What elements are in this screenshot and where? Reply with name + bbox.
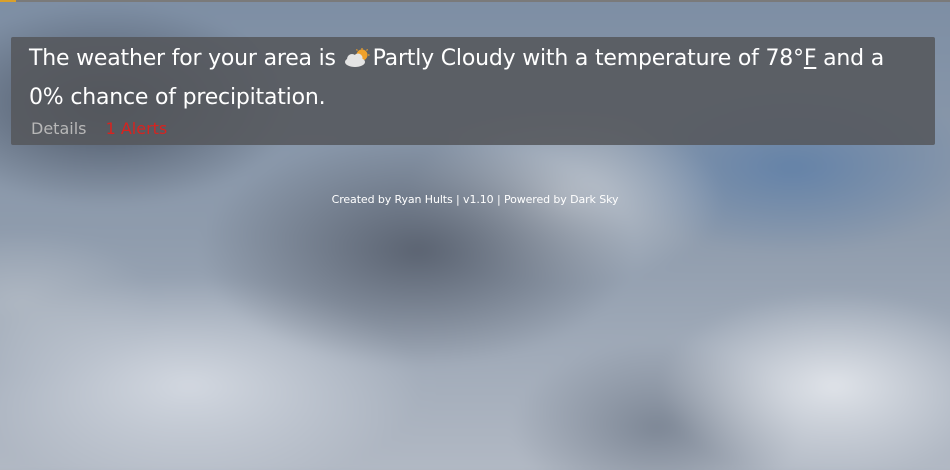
- precip-value: 0%: [29, 85, 64, 110]
- chance-outro-text: chance of precipitation.: [70, 85, 326, 110]
- chance-intro-text: and a: [823, 46, 884, 71]
- condition-text: Partly Cloudy: [372, 46, 516, 71]
- details-link[interactable]: Details: [31, 119, 86, 138]
- panel-links: Details 1 Alerts: [29, 119, 917, 138]
- temperature-unit-toggle[interactable]: F: [804, 46, 817, 71]
- temperature-intro-text: with a temperature of: [522, 46, 759, 71]
- summary-intro-text: The weather for your area is: [29, 46, 336, 71]
- temperature-value: 78°: [765, 46, 804, 71]
- weather-panel: The weather for your area is Partly Clou…: [11, 37, 935, 145]
- partly-cloudy-icon: [343, 42, 371, 67]
- top-bar: [0, 0, 950, 2]
- weather-summary: The weather for your area is Partly Clou…: [29, 39, 917, 117]
- footer-credits: Created by Ryan Hults | v1.10 | Powered …: [331, 193, 619, 206]
- top-bar-accent: [0, 0, 16, 2]
- alerts-link[interactable]: 1 Alerts: [106, 119, 168, 138]
